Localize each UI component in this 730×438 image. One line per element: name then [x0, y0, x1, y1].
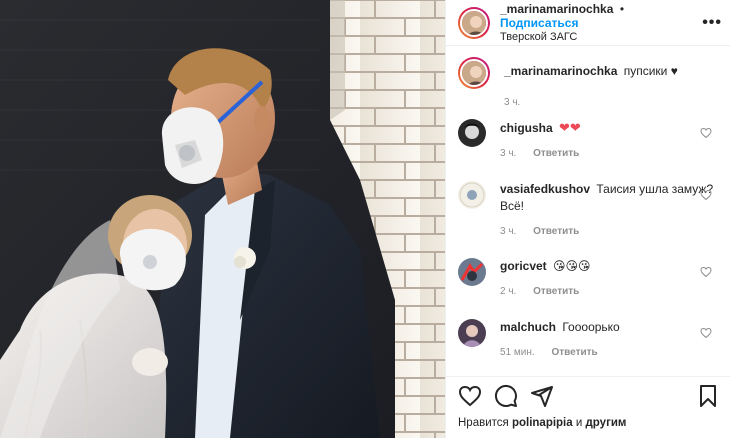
post-location[interactable]: Тверской ЗАГС [500, 30, 700, 44]
comment-row: malchuch Гоооорько 51 мин. Ответить [458, 319, 722, 361]
instagram-post: _marinamarinochka • Подписаться Тверской… [0, 0, 730, 438]
comment-time: 3 ч. [500, 148, 517, 159]
caption-username[interactable]: _marinamarinochka [504, 64, 617, 78]
comment-username[interactable]: malchuch [500, 320, 556, 334]
comment-username[interactable]: vasiafedkushov [500, 182, 590, 196]
comment-row: goricvet 😘😘😘 2 ч. Ответить [458, 258, 722, 300]
commenter-avatar-image [458, 258, 486, 286]
comment-row: chigusha ❤❤ 3 ч. Ответить [458, 119, 722, 162]
heart-icon[interactable] [458, 384, 482, 408]
comment-emoji: ❤❤ [559, 120, 581, 135]
like-comment-heart-icon[interactable] [700, 327, 712, 339]
commenter-avatar-image [458, 181, 486, 209]
bookmark-icon[interactable] [696, 384, 720, 408]
share-icon[interactable] [530, 384, 554, 408]
commenter-avatar[interactable] [458, 258, 486, 286]
comment-username[interactable]: goricvet [500, 259, 547, 273]
author-avatar-image [462, 10, 486, 35]
like-comment-heart-icon[interactable] [700, 127, 712, 139]
wedding-couple-image [0, 0, 445, 438]
comment-username[interactable]: chigusha [500, 121, 553, 135]
follow-button[interactable]: Подписаться [500, 16, 578, 30]
post-sidebar: _marinamarinochka • Подписаться Тверской… [445, 0, 730, 438]
likes-summary: Нравится polinapipia и другим [458, 417, 720, 429]
caption-avatar-image [462, 61, 486, 85]
likes-others-link[interactable]: другим [586, 417, 627, 429]
post-header: _marinamarinochka • Подписаться Тверской… [446, 0, 730, 46]
caption-row: _marinamarinochka пупсики ♥ 3 ч. [458, 57, 722, 111]
caption-time: 3 ч. [504, 97, 521, 108]
caption-avatar[interactable] [458, 57, 490, 89]
reply-button[interactable]: Ответить [533, 226, 579, 237]
commenter-avatar[interactable] [458, 119, 486, 147]
reply-button[interactable]: Ответить [533, 148, 579, 159]
comment-emoji: 😘😘😘 [553, 259, 591, 273]
commenter-avatar-image [458, 119, 486, 147]
comment-time: 2 ч. [500, 286, 517, 297]
author-avatar[interactable] [458, 6, 490, 39]
like-comment-heart-icon[interactable] [700, 266, 712, 278]
caption-text: пупсики ♥ [623, 64, 678, 78]
separator-dot: • [619, 1, 625, 16]
commenter-avatar[interactable] [458, 181, 486, 209]
like-comment-heart-icon[interactable] [700, 189, 712, 201]
more-icon[interactable]: ••• [700, 14, 722, 30]
post-photo[interactable] [0, 0, 445, 438]
post-actions: Нравится polinapipia и другим [446, 376, 730, 438]
comment-time: 51 мин. [500, 347, 535, 358]
comment-row: vasiafedkushov Таисия ушла замуж? Всё! 3… [458, 181, 722, 240]
likes-user-link[interactable]: polinapipia [512, 417, 573, 429]
likes-prefix: Нравится [458, 417, 509, 429]
comment-icon[interactable] [494, 384, 518, 408]
comments-list: _marinamarinochka пупсики ♥ 3 ч. chigush… [446, 47, 730, 373]
comment-time: 3 ч. [500, 226, 517, 237]
author-username[interactable]: _marinamarinochka [500, 2, 613, 16]
comment-text: Гоооорько [562, 320, 620, 334]
commenter-avatar-image [458, 319, 486, 347]
reply-button[interactable]: Ответить [533, 286, 579, 297]
likes-middle: и [575, 417, 583, 429]
commenter-avatar[interactable] [458, 319, 486, 347]
reply-button[interactable]: Ответить [551, 347, 597, 358]
